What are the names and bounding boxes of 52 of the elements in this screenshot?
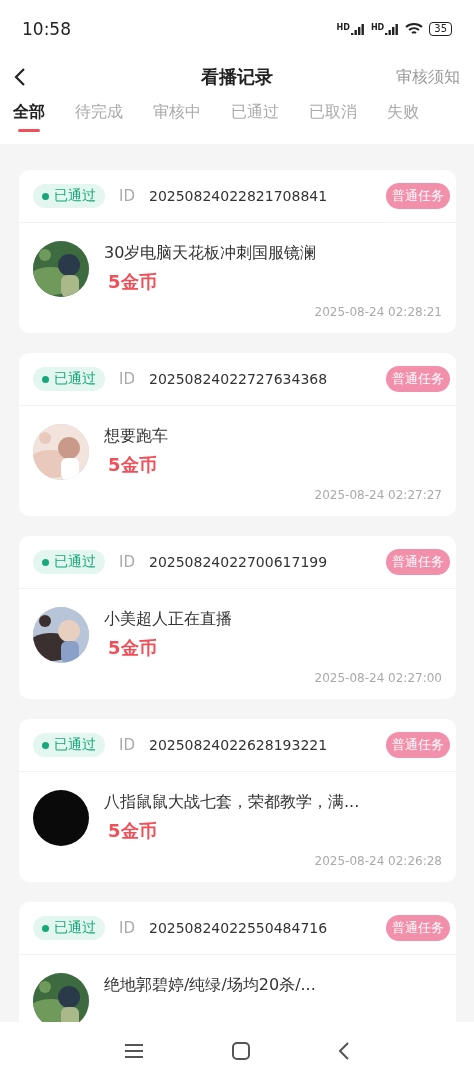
record-card[interactable]: 已通过 ID 20250824022628193221 普通任务 八指鼠鼠大战七套，荣都教学，满... 5金币 2025-08-24 02:26:28 xyxy=(19,719,456,882)
record-id: 20250824022727634368 xyxy=(149,371,328,387)
id-label: ID xyxy=(119,736,135,754)
stream-title: 八指鼠鼠大战七套，荣都教学，满... xyxy=(104,792,360,813)
record-time: 2025-08-24 02:27:27 xyxy=(314,488,442,502)
id-label: ID xyxy=(119,187,135,205)
record-card[interactable]: 已通过 ID 20250824022727634368 普通任务 想要跑车 5金币 2025-08-24 02:27:27 xyxy=(19,353,456,516)
record-time: 2025-08-24 02:26:28 xyxy=(314,854,442,868)
menu-icon[interactable] xyxy=(124,1044,143,1058)
status-badge: 已通过 xyxy=(33,916,105,940)
wifi-icon xyxy=(405,22,424,36)
record-id: 20250824022628193221 xyxy=(149,737,328,753)
home-icon[interactable] xyxy=(232,1042,250,1060)
id-label: ID xyxy=(119,553,135,571)
back-icon[interactable] xyxy=(339,1042,350,1060)
network-label: HD xyxy=(370,23,385,32)
battery-level: 35 xyxy=(429,22,452,36)
record-time: 2025-08-24 02:27:00 xyxy=(314,671,442,685)
task-tag: 普通任务 xyxy=(386,183,450,209)
record-id: 20250824022821708841 xyxy=(149,188,328,204)
stream-title: 想要跑车 xyxy=(104,426,168,447)
stream-title: 绝地郭碧婷/纯绿/场均20杀/... xyxy=(104,975,316,996)
task-tag: 普通任务 xyxy=(386,549,450,575)
record-id: 20250824022700617199 xyxy=(149,554,328,570)
back-icon[interactable] xyxy=(14,67,26,87)
signal-icon xyxy=(350,23,365,35)
record-card[interactable]: 已通过 ID 20250824022700617199 普通任务 小美超人正在直播 5金币 2025-08-24 02:27:00 xyxy=(19,536,456,699)
network-label: HD xyxy=(336,23,350,32)
status-badge: 已通过 xyxy=(33,184,105,208)
status-badge: 已通过 xyxy=(33,550,105,574)
reward-amount: 5金币 xyxy=(107,636,158,660)
record-card[interactable]: 已通过 ID 20250824022550484716 普通任务 绝地郭碧婷/纯绿/场均20杀/... xyxy=(19,902,456,1022)
status-badge: 已通过 xyxy=(33,733,105,757)
stream-title: 30岁电脑天花板冲刺国服镜澜 xyxy=(104,243,317,264)
task-tag: 普通任务 xyxy=(386,732,450,758)
record-id: 20250824022550484716 xyxy=(149,920,328,936)
avatar xyxy=(33,790,89,846)
record-card[interactable]: 已通过 ID 20250824022821708841 普通任务 30岁电脑天花板冲刺国服镜澜 5金币 2025-08-24 02:28:21 xyxy=(19,170,456,333)
signal-icon xyxy=(385,23,400,35)
status-badge: 已通过 xyxy=(33,367,105,391)
status-time: 10:58 xyxy=(22,19,71,39)
filter-tab[interactable]: 全部 xyxy=(13,102,45,123)
reward-amount: 5金币 xyxy=(107,270,158,294)
id-label: ID xyxy=(119,370,135,388)
stream-title: 小美超人正在直播 xyxy=(104,609,232,630)
id-label: ID xyxy=(119,919,135,937)
reward-amount: 5金币 xyxy=(107,453,158,477)
task-tag: 普通任务 xyxy=(386,915,450,941)
record-time: 2025-08-24 02:28:21 xyxy=(314,305,442,319)
task-tag: 普通任务 xyxy=(386,366,450,392)
reward-amount: 5金币 xyxy=(107,819,158,843)
page-title: 看播记录 xyxy=(201,65,273,89)
